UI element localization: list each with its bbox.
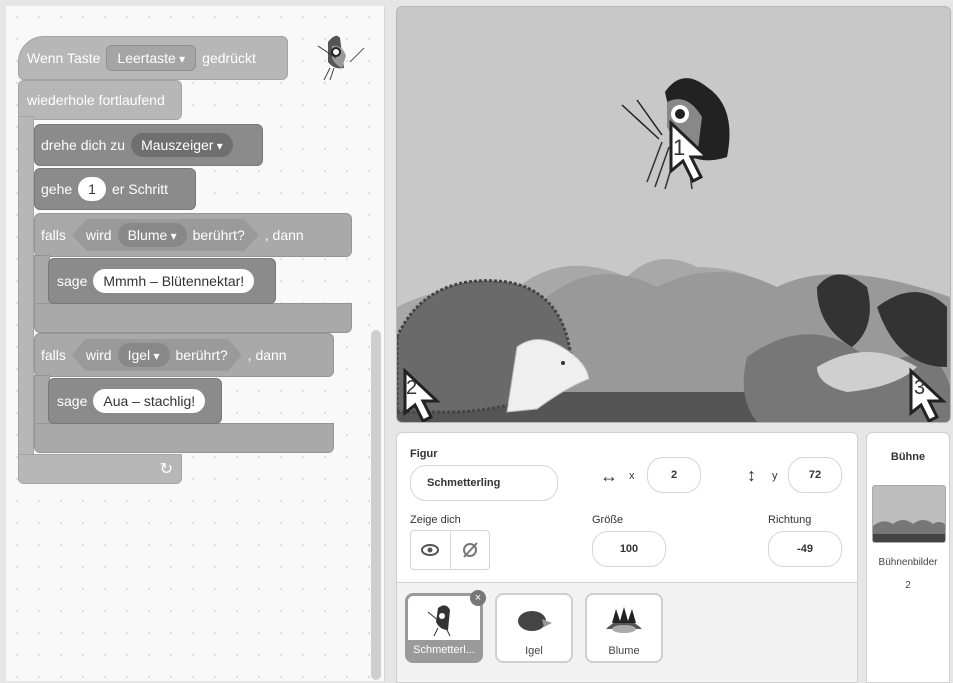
show-label: Zeige dich xyxy=(410,514,461,526)
steps-input[interactable]: 1 xyxy=(78,177,106,201)
touching-flower-condition[interactable]: wird Blume berührt? xyxy=(71,219,259,251)
cursor-marker-2: 2 xyxy=(401,367,451,422)
move-prefix: gehe xyxy=(41,181,73,197)
if1-sense-suffix: berührt? xyxy=(192,227,245,243)
figur-label: Figur xyxy=(410,448,438,460)
visible-eye-icon[interactable] xyxy=(411,531,451,569)
say-prickly-block[interactable]: sage Aua – stachlig! xyxy=(48,378,222,424)
sprite-tile-flower[interactable]: Blume xyxy=(585,593,663,663)
if2-suffix: , dann xyxy=(247,347,287,363)
key-dropdown[interactable]: Leertaste xyxy=(106,45,197,71)
say1-text-input[interactable]: Mmmh – Blütennektar! xyxy=(93,269,255,293)
code-scrollbar[interactable] xyxy=(371,330,381,680)
if-hedgehog-block[interactable]: falls wird Igel berührt? , dann xyxy=(34,333,334,377)
marker-3-label: 3 xyxy=(914,377,926,399)
butterfly-sprite-thumbnail xyxy=(306,28,366,84)
sprite-tile-label: Igel xyxy=(525,645,543,657)
stage-backdrop-thumbnail[interactable] xyxy=(872,485,946,543)
hat-prefix: Wenn Taste xyxy=(27,50,101,66)
show-toggle xyxy=(410,530,490,570)
cursor-marker-1: 1 xyxy=(667,119,727,185)
hat-suffix: gedrückt xyxy=(202,50,256,66)
say-nectar-block[interactable]: sage Mmmh – Blütennektar! xyxy=(48,258,276,304)
if1-suffix: , dann xyxy=(264,227,304,243)
sprite-tile-hedgehog[interactable]: Igel xyxy=(495,593,573,663)
say2-prefix: sage xyxy=(57,393,88,409)
sprite-name-field[interactable]: Schmetterling xyxy=(410,465,558,501)
delete-sprite-icon[interactable]: × xyxy=(470,590,486,606)
if2-sense-prefix: wird xyxy=(85,347,112,363)
loop-arrow-icon: ↻ xyxy=(159,461,173,478)
marker-2-label: 2 xyxy=(406,377,418,399)
stage-panel[interactable]: Bühne Bühnenbilder 2 xyxy=(866,432,950,683)
y-field[interactable]: 72 xyxy=(788,457,842,493)
touching-hedgehog-condition[interactable]: wird Igel berührt? xyxy=(71,339,242,371)
move-suffix: er Schritt xyxy=(111,181,168,197)
y-label: y xyxy=(772,470,778,482)
stage-scene xyxy=(397,78,950,422)
when-key-pressed-block[interactable]: Wenn Taste Leertaste gedrückt xyxy=(18,36,288,80)
sprite-tile-label: Blume xyxy=(608,645,640,657)
x-label: x xyxy=(629,470,635,482)
sprite-list: × Schmetterl... Igel Blume xyxy=(396,582,858,683)
if1-sense-prefix: wird xyxy=(85,227,112,243)
direction-field[interactable]: -49 xyxy=(768,531,842,567)
backdrops-count: 2 xyxy=(905,580,911,591)
hedgehog-icon xyxy=(518,611,552,631)
hidden-eye-icon[interactable] xyxy=(451,531,490,569)
stage[interactable]: 1 2 3 xyxy=(396,6,951,423)
sprite-tile-butterfly[interactable]: × Schmetterl... xyxy=(405,590,486,663)
point-towards-block[interactable]: drehe dich zu Mauszeiger xyxy=(34,124,263,166)
butterfly-icon xyxy=(427,605,451,637)
size-field[interactable]: 100 xyxy=(592,531,666,567)
flower-dropdown[interactable]: Blume xyxy=(117,223,187,247)
forever-arm xyxy=(18,116,34,456)
turn-target-dropdown[interactable]: Mauszeiger xyxy=(131,133,233,157)
hedgehog-dropdown[interactable]: Igel xyxy=(117,343,170,367)
x-arrow-icon: ↔ xyxy=(600,466,618,486)
if-flower-block[interactable]: falls wird Blume berührt? , dann xyxy=(34,213,352,257)
say2-text-input[interactable]: Aua – stachlig! xyxy=(93,389,206,413)
x-field[interactable]: 2 xyxy=(647,457,701,493)
flower-icon xyxy=(606,607,642,633)
if2-bottom xyxy=(34,423,334,453)
direction-label: Richtung xyxy=(768,514,812,526)
sprite-tile-label: Schmetterl... xyxy=(408,640,480,660)
move-steps-block[interactable]: gehe 1 er Schritt xyxy=(34,168,196,210)
forever-bottom: ↻ xyxy=(18,454,182,484)
backdrops-label: Bühnenbilder xyxy=(878,557,938,568)
forever-label: wiederhole fortlaufend xyxy=(27,92,165,108)
stage-panel-title: Bühne xyxy=(890,451,926,463)
y-arrow-icon: ↕ xyxy=(747,465,756,485)
cursor-marker-3: 3 xyxy=(907,367,950,422)
turn-prefix: drehe dich zu xyxy=(41,137,126,153)
size-label: Größe xyxy=(592,514,624,526)
if2-prefix: falls xyxy=(41,347,66,363)
if1-bottom xyxy=(34,303,352,333)
if2-sense-suffix: berührt? xyxy=(175,347,228,363)
if1-prefix: falls xyxy=(41,227,66,243)
say1-prefix: sage xyxy=(57,273,88,289)
marker-1-label: 1 xyxy=(673,135,686,160)
forever-block[interactable]: wiederhole fortlaufend xyxy=(18,80,182,120)
code-area[interactable]: Wenn Taste Leertaste gedrückt wiederhole… xyxy=(6,6,385,681)
sprite-info-panel: Figur Schmetterling ↔ x 2 ↕ y 72 Zeige d… xyxy=(396,432,858,584)
